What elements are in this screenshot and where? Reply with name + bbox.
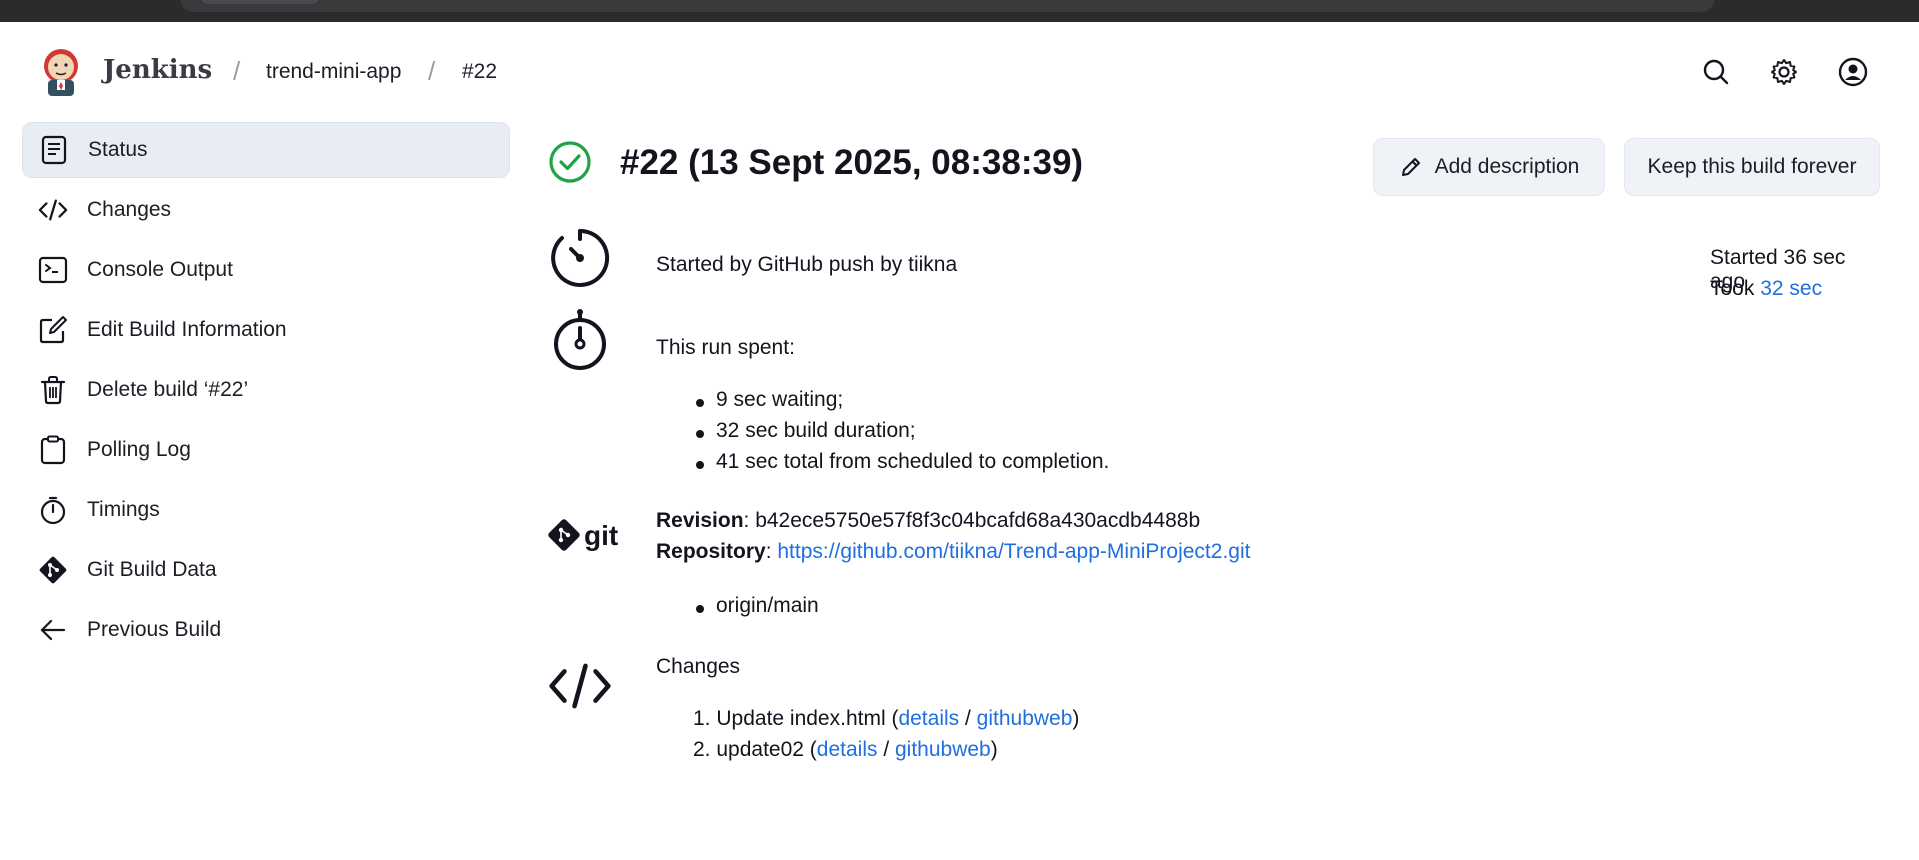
change-details-link[interactable]: details <box>898 707 959 730</box>
list-item: 9 sec waiting; <box>695 388 1109 419</box>
change-githubweb-link[interactable]: githubweb <box>895 738 991 761</box>
brand-name[interactable]: Jenkins <box>103 55 212 85</box>
clipboard-icon <box>38 435 68 465</box>
document-icon <box>39 135 69 165</box>
run-spent-heading: This run spent: <box>656 336 795 359</box>
list-item: origin/main <box>696 594 819 625</box>
took-time: Took 32 sec <box>1710 277 1822 301</box>
terminal-icon <box>38 255 68 285</box>
list-item: 1. Update index.html (details / githubwe… <box>693 707 1079 738</box>
sidebar-item-label: Edit Build Information <box>87 318 287 341</box>
sidebar-item-label: Previous Build <box>87 618 222 641</box>
list-item: 2. update02 (details / githubweb) <box>693 738 1079 769</box>
add-description-button[interactable]: Add description <box>1373 138 1605 196</box>
keep-build-forever-button[interactable]: Keep this build forever <box>1624 138 1880 196</box>
sidebar-item-label: Delete build ‘#22’ <box>87 378 249 401</box>
sidebar: Status Changes Console Output Edit Build… <box>22 122 510 662</box>
sidebar-item-polling-log[interactable]: Polling Log <box>22 422 510 478</box>
git-logo-text: git <box>584 520 618 551</box>
user-icon <box>1838 57 1868 87</box>
header: Jenkins / trend-mini-app / #22 <box>0 22 1919 122</box>
page-title: #22 (13 Sept 2025, 08:38:39) <box>620 143 1084 182</box>
search-button[interactable] <box>1700 56 1732 88</box>
change-details-link[interactable]: details <box>817 738 878 761</box>
change-number: 1. <box>693 707 711 730</box>
breadcrumb-separator: / <box>428 56 436 86</box>
breadcrumb-job[interactable]: trend-mini-app <box>266 60 401 84</box>
sidebar-item-label: Timings <box>87 498 160 521</box>
settings-button[interactable] <box>1768 56 1800 88</box>
changes-row-icon <box>548 654 612 718</box>
sidebar-item-console-output[interactable]: Console Output <box>22 242 510 298</box>
keep-build-forever-label: Keep this build forever <box>1647 155 1857 178</box>
sidebar-item-label: Status <box>88 138 148 161</box>
change-close: ) <box>1072 707 1080 730</box>
change-number: 2. <box>693 738 711 761</box>
repository-colon: : <box>765 540 778 563</box>
browser-tab-bar <box>180 0 1715 12</box>
git-row-icon: git <box>548 505 628 569</box>
trigger-row-icon <box>548 226 612 290</box>
sidebar-item-label: Changes <box>87 198 172 221</box>
change-close: ) <box>990 738 998 761</box>
browser-top-strip <box>0 0 1919 22</box>
change-message: Update index.html ( <box>716 707 899 730</box>
breadcrumb-build[interactable]: #22 <box>462 60 497 84</box>
change-separator: / <box>877 738 895 761</box>
gear-icon <box>1771 59 1797 85</box>
sidebar-item-delete-build[interactable]: Delete build ‘#22’ <box>22 362 510 418</box>
changes-heading: Changes <box>656 655 741 678</box>
git-icon <box>38 555 68 585</box>
speedometer-icon <box>551 228 610 287</box>
run-row-icon <box>548 308 612 372</box>
revision-line: Revision: b42ece5750e57f8f3c04bcafd68a43… <box>656 509 1200 533</box>
code-icon <box>549 663 611 709</box>
list-item: 41 sec total from scheduled to completio… <box>695 450 1109 481</box>
sidebar-item-git-build-data[interactable]: Git Build Data <box>22 542 510 598</box>
repository-label: Repository <box>656 540 766 563</box>
change-separator: / <box>959 707 977 730</box>
edit-icon <box>38 315 68 345</box>
jenkins-logo-icon[interactable] <box>40 46 82 98</box>
sidebar-item-label: Polling Log <box>87 438 191 461</box>
branch-list: origin/main <box>696 594 819 625</box>
success-check-icon <box>549 141 591 183</box>
add-description-label: Add description <box>1434 155 1580 178</box>
changes-list: 1. Update index.html (details / githubwe… <box>693 707 1079 769</box>
build-title-row: #22 (13 Sept 2025, 08:38:39) Add descrip… <box>548 132 1883 196</box>
repository-link[interactable]: https://github.com/tiikna/Trend-app-Mini… <box>777 540 1250 563</box>
sidebar-item-label: Console Output <box>87 258 233 281</box>
arrow-left-icon <box>38 615 68 645</box>
sidebar-item-changes[interactable]: Changes <box>22 182 510 238</box>
git-logo-icon: git <box>548 519 618 551</box>
revision-label: Revision <box>656 509 744 532</box>
sidebar-item-previous-build[interactable]: Previous Build <box>22 602 510 658</box>
change-message: update02 ( <box>716 738 817 761</box>
took-duration-link[interactable]: 32 sec <box>1760 277 1822 300</box>
repository-line: Repository: https://github.com/tiikna/Tr… <box>656 540 1250 564</box>
code-icon <box>38 195 68 225</box>
user-button[interactable] <box>1837 56 1869 88</box>
took-label: Took <box>1710 277 1755 300</box>
sidebar-item-timings[interactable]: Timings <box>22 482 510 538</box>
change-githubweb-link[interactable]: githubweb <box>977 707 1073 730</box>
list-item: 32 sec build duration; <box>695 419 1109 450</box>
sidebar-item-status[interactable]: Status <box>22 122 510 178</box>
trigger-cause-link[interactable]: Started by GitHub push by tiikna <box>656 253 957 277</box>
sidebar-item-edit-build-information[interactable]: Edit Build Information <box>22 302 510 358</box>
sidebar-item-label: Git Build Data <box>87 558 217 581</box>
stopwatch-icon <box>38 495 68 525</box>
search-icon <box>1703 59 1729 85</box>
browser-tab[interactable] <box>200 0 320 4</box>
breadcrumb-separator: / <box>233 56 241 86</box>
pencil-icon <box>1401 158 1420 176</box>
stopwatch-icon <box>554 309 606 370</box>
revision-value: : b42ece5750e57f8f3c04bcafd68a430acdb448… <box>743 509 1201 532</box>
trash-icon <box>38 375 68 405</box>
run-spent-list: 9 sec waiting; 32 sec build duration; 41… <box>695 388 1109 481</box>
